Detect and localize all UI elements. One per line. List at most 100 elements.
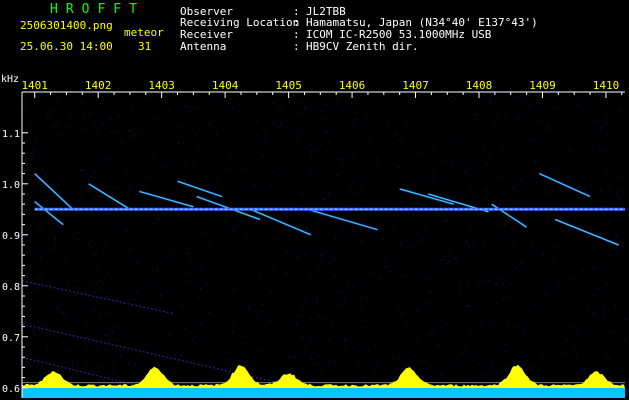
noise-pixel [321, 253, 323, 255]
noise-pixel [618, 177, 620, 179]
noise-pixel [85, 364, 87, 366]
noise-pixel [98, 379, 100, 381]
noise-pixel [127, 186, 129, 188]
noise-pixel [196, 351, 198, 353]
noise-pixel [164, 166, 166, 168]
noise-pixel [79, 197, 81, 199]
noise-pixel [592, 294, 594, 296]
noise-pixel [342, 110, 344, 112]
noise-pixel [413, 317, 415, 319]
noise-pixel [44, 173, 46, 175]
noise-pixel [256, 316, 258, 318]
noise-pixel [100, 317, 101, 319]
noise-pixel [79, 169, 81, 171]
noise-pixel [40, 257, 41, 259]
noise-pixel [75, 280, 77, 282]
noise-pixel [181, 371, 183, 373]
noise-pixel [297, 129, 299, 131]
noise-pixel [363, 329, 365, 331]
noise-pixel [208, 245, 210, 247]
noise-pixel [576, 104, 578, 106]
noise-pixel [424, 226, 426, 228]
noise-pixel [124, 151, 126, 153]
noise-pixel [90, 254, 92, 256]
noise-pixel [325, 203, 327, 205]
noise-pixel [60, 133, 62, 135]
noise-pixel [584, 189, 585, 191]
noise-pixel [160, 295, 161, 297]
noise-pixel [126, 173, 128, 175]
noise-pixel [23, 260, 25, 262]
noise-pixel [562, 305, 564, 307]
noise-pixel [551, 257, 553, 259]
noise-pixel [600, 233, 602, 235]
noise-pixel [471, 338, 473, 340]
noise-pixel [96, 348, 98, 350]
noise-pixel [125, 240, 127, 242]
noise-pixel [310, 155, 312, 157]
noise-pixel [231, 158, 233, 160]
noise-pixel [482, 375, 484, 377]
noise-pixel [467, 284, 469, 286]
noise-pixel [450, 364, 452, 366]
noise-pixel [580, 224, 581, 226]
x-tick-label: 1401 [21, 79, 48, 92]
noise-pixel [115, 325, 116, 327]
noise-pixel [126, 230, 127, 232]
noise-pixel [598, 288, 599, 290]
noise-pixel [271, 319, 273, 321]
noise-pixel [123, 373, 125, 375]
noise-pixel [346, 204, 348, 206]
noise-pixel [169, 253, 171, 255]
noise-pixel [154, 222, 156, 224]
noise-pixel [609, 186, 611, 188]
noise-pixel [151, 272, 153, 274]
noise-pixel [33, 329, 34, 331]
noise-pixel [583, 197, 584, 199]
noise-pixel [490, 100, 491, 102]
noise-pixel [329, 92, 330, 94]
noise-pixel [46, 346, 48, 348]
noise-pixel [331, 119, 333, 121]
noise-pixel [301, 337, 302, 339]
noise-pixel [94, 121, 96, 123]
noise-pixel [55, 239, 57, 241]
noise-pixel [242, 141, 244, 143]
noise-pixel [166, 172, 168, 174]
noise-pixel [120, 354, 122, 356]
noise-pixel [430, 292, 432, 293]
noise-pixel [193, 142, 195, 144]
noise-pixel [87, 323, 89, 324]
y-tick-label: 0.6 [2, 384, 20, 395]
noise-pixel [441, 155, 443, 157]
noise-pixel [172, 339, 174, 341]
meteor-trace [139, 190, 194, 208]
noise-pixel [304, 254, 306, 256]
noise-pixel [401, 141, 402, 143]
noise-pixel [83, 114, 85, 116]
noise-pixel [285, 98, 287, 100]
noise-pixel [42, 221, 44, 223]
noise-pixel [213, 196, 215, 198]
noise-pixel [420, 129, 422, 131]
noise-pixel [279, 175, 281, 177]
noise-pixel [310, 144, 312, 146]
noise-pixel [398, 357, 400, 359]
noise-pixel [334, 360, 336, 362]
noise-pixel [163, 187, 165, 189]
meteor-trace [88, 183, 131, 210]
noise-pixel [483, 244, 485, 246]
noise-pixel [184, 328, 186, 329]
noise-pixel [527, 309, 529, 311]
noise-pixel [168, 109, 170, 111]
noise-pixel [91, 145, 93, 147]
noise-pixel [322, 318, 324, 320]
noise-pixel [502, 283, 504, 285]
noise-pixel [231, 107, 233, 108]
noise-pixel [365, 297, 367, 299]
noise-pixel [261, 138, 262, 140]
noise-pixel [493, 252, 495, 254]
noise-pixel [318, 269, 319, 271]
noise-pixel [531, 147, 533, 149]
noise-pixel [207, 363, 209, 365]
